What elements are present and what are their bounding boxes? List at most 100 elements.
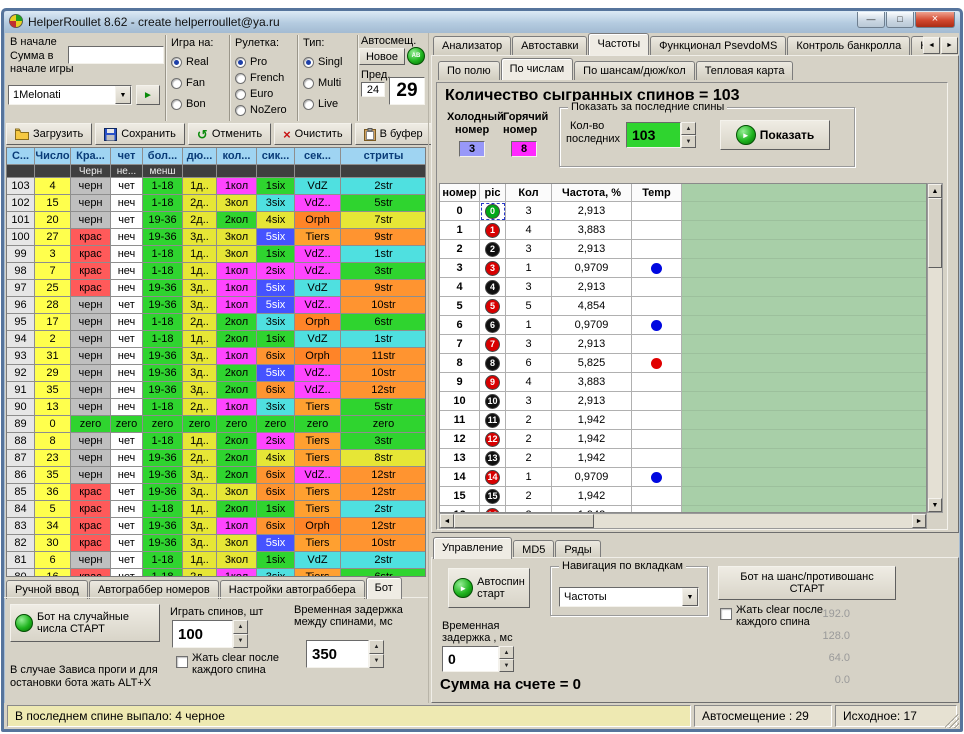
tab-тепловая-карта[interactable]: Тепловая карта — [696, 61, 794, 80]
number-pic-cell[interactable]: 8 — [480, 354, 506, 373]
scrollbar-track[interactable] — [454, 514, 912, 528]
horizontal-scrollbar[interactable]: ◄ ► — [439, 513, 927, 529]
number-pic-cell[interactable]: 4 — [480, 278, 506, 297]
history-table[interactable]: С...ЧислоКра...четбол...дю...кол...сик..… — [6, 147, 426, 577]
tab-колесо[interactable]: Колесо — [911, 36, 923, 55]
undo-button[interactable]: ↺ Отменить — [188, 123, 271, 145]
spinner-up-icon[interactable]: ▲ — [681, 122, 696, 135]
show-button[interactable]: ► Показать — [720, 120, 830, 150]
scroll-right-icon[interactable]: ► — [912, 514, 926, 528]
radio-bon[interactable]: Bon — [171, 98, 226, 110]
clear-button[interactable]: × Очистить — [274, 123, 351, 145]
frequency-row[interactable]: 5554,854 — [440, 297, 926, 316]
start-amount-input[interactable] — [68, 46, 164, 64]
tab-по-полю[interactable]: По полю — [438, 61, 500, 80]
frequency-row[interactable]: 121221,942 — [440, 430, 926, 449]
frequency-row[interactable]: 8865,825 — [440, 354, 926, 373]
delay-spinner[interactable]: 0 ▲ ▼ — [442, 646, 514, 672]
radio-live[interactable]: Live — [303, 98, 354, 110]
spinner-up-icon[interactable]: ▲ — [499, 646, 514, 659]
spinner-up-icon[interactable]: ▲ — [233, 620, 248, 634]
scroll-up-icon[interactable]: ▲ — [928, 184, 942, 198]
resize-grip[interactable] — [945, 714, 959, 728]
number-pic-cell[interactable]: 3 — [480, 259, 506, 278]
autospin-start-button[interactable]: ► Автоспинстарт — [448, 568, 530, 608]
tab-scroll-right-icon[interactable]: ► — [941, 37, 958, 54]
autoshift-new-button[interactable]: Новое — [359, 48, 405, 65]
spins-count-spinner[interactable]: 100 ▲ ▼ — [172, 620, 248, 648]
frequency-row[interactable]: 101032,913 — [440, 392, 926, 411]
number-pic-cell[interactable]: 5 — [480, 297, 506, 316]
frequency-row[interactable]: 161621,942 — [440, 506, 926, 513]
number-pic-cell[interactable]: 16 — [480, 506, 506, 513]
radio-nozero[interactable]: NoZero — [235, 104, 294, 116]
control-clear-checkbox[interactable] — [720, 608, 732, 620]
number-pic-cell[interactable]: 1 — [480, 221, 506, 240]
tab-бот[interactable]: Бот — [366, 577, 402, 599]
bot-clear-checkbox[interactable] — [176, 656, 188, 668]
spinner-down-icon[interactable]: ▼ — [681, 135, 696, 148]
preset-combobox[interactable]: 1Melonati ▼ — [8, 85, 132, 105]
frequency-row[interactable]: 111121,942 — [440, 411, 926, 430]
last-count-spinner[interactable]: 103 ▲ ▼ — [626, 122, 696, 148]
scroll-down-icon[interactable]: ▼ — [928, 498, 942, 512]
frequency-row[interactable]: 1143,883 — [440, 221, 926, 240]
radio-french[interactable]: French — [235, 72, 294, 84]
tab-по-шансам-дюж-кол[interactable]: По шансам/дюж/кол — [574, 61, 695, 80]
frequency-row[interactable]: 2232,913 — [440, 240, 926, 259]
number-pic-cell[interactable]: 9 — [480, 373, 506, 392]
number-pic-cell[interactable]: 2 — [480, 240, 506, 259]
tab-scroll-left-icon[interactable]: ◄ — [923, 37, 940, 54]
number-pic-cell[interactable]: 14 — [480, 468, 506, 487]
number-pic-cell[interactable]: 12 — [480, 430, 506, 449]
maximize-button[interactable]: □ — [886, 12, 914, 28]
frequency-table[interactable]: номерpicКолЧастота, %Temp0032,9131143,88… — [439, 183, 927, 513]
frequency-row[interactable]: 0032,913 — [440, 202, 926, 221]
tab-частоты[interactable]: Частоты — [588, 33, 649, 55]
spin-delay-spinner[interactable]: 350 ▲ ▼ — [306, 640, 384, 668]
frequency-row[interactable]: 4432,913 — [440, 278, 926, 297]
tab-контроль-банкролла[interactable]: Контроль банкролла — [787, 36, 910, 55]
spinner-up-icon[interactable]: ▲ — [369, 640, 384, 654]
frequency-row[interactable]: 3310,9709 — [440, 259, 926, 278]
frequency-row[interactable]: 7732,913 — [440, 335, 926, 354]
random-bot-start-button[interactable]: Бот на случайные числа СТАРТ — [10, 604, 160, 642]
scrollbar-thumb[interactable] — [454, 514, 594, 528]
chance-bot-start-button[interactable]: Бот на шанс/противошансСТАРТ — [718, 566, 896, 600]
tab-функционал-psevdoms[interactable]: Функционал PsevdoMS — [650, 36, 786, 55]
radio-multi[interactable]: Multi — [303, 77, 354, 89]
scroll-left-icon[interactable]: ◄ — [440, 514, 454, 528]
number-pic-cell[interactable]: 6 — [480, 316, 506, 335]
tab-navigation-combobox[interactable]: Частоты ▼ — [559, 587, 699, 607]
title-bar[interactable]: HelperRoullet 8.62 - create helperroulle… — [4, 11, 960, 33]
copy-buffer-button[interactable]: В буфер — [355, 123, 432, 145]
save-button[interactable]: Сохранить — [95, 123, 185, 145]
frequency-row[interactable]: 9943,883 — [440, 373, 926, 392]
number-pic-cell[interactable]: 13 — [480, 449, 506, 468]
tab-автоставки[interactable]: Автоставки — [512, 36, 587, 55]
radio-euro[interactable]: Euro — [235, 88, 294, 100]
play-preset-button[interactable]: ► — [136, 85, 160, 105]
spinner-down-icon[interactable]: ▼ — [233, 634, 248, 648]
load-button[interactable]: Загрузить — [6, 123, 92, 145]
number-pic-cell[interactable]: 11 — [480, 411, 506, 430]
radio-fan[interactable]: Fan — [171, 77, 226, 89]
number-pic-cell[interactable]: 0 — [480, 202, 506, 221]
close-button[interactable]: × — [915, 12, 955, 28]
radio-pro[interactable]: Pro — [235, 56, 294, 68]
frequency-row[interactable]: 6610,9709 — [440, 316, 926, 335]
frequency-row[interactable]: 141410,9709 — [440, 468, 926, 487]
radio-singl[interactable]: Singl — [303, 56, 354, 68]
spinner-down-icon[interactable]: ▼ — [499, 659, 514, 672]
number-pic-cell[interactable]: 10 — [480, 392, 506, 411]
combo-dropdown-icon[interactable]: ▼ — [682, 588, 698, 606]
scrollbar-track[interactable] — [928, 198, 942, 498]
minimize-button[interactable]: — — [857, 12, 885, 28]
spinner-down-icon[interactable]: ▼ — [369, 654, 384, 668]
combo-dropdown-icon[interactable]: ▼ — [115, 86, 131, 104]
scrollbar-thumb[interactable] — [928, 198, 942, 268]
frequency-row[interactable]: 151521,942 — [440, 487, 926, 506]
number-pic-cell[interactable]: 7 — [480, 335, 506, 354]
radio-real[interactable]: Real — [171, 56, 226, 68]
frequency-row[interactable]: 131321,942 — [440, 449, 926, 468]
